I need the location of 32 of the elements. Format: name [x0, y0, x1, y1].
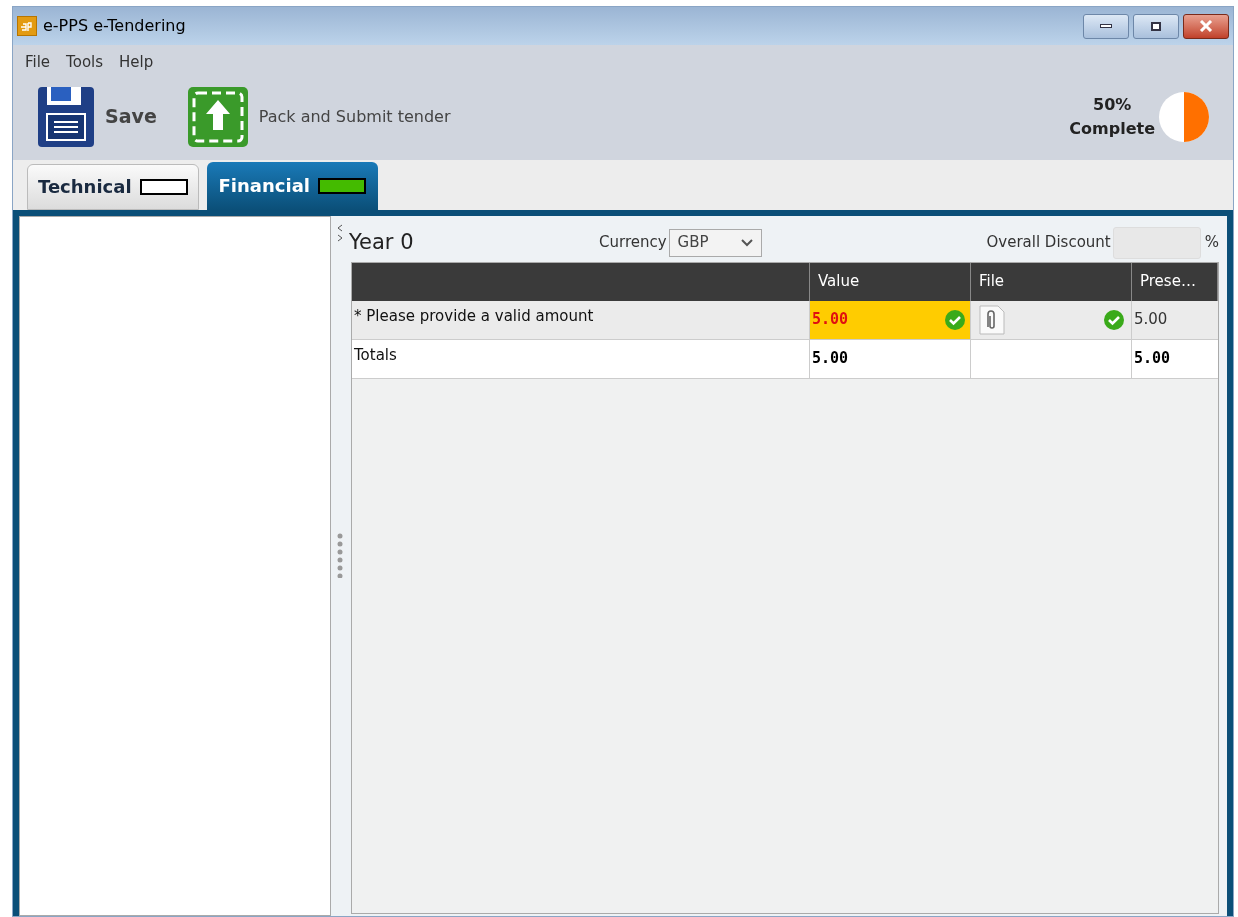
- menu-item[interactable]: Tools: [66, 51, 104, 74]
- column-header[interactable]: File: [971, 262, 1132, 301]
- tab[interactable]: Technical: [27, 163, 199, 210]
- restore-button[interactable]: [1133, 13, 1179, 39]
- currency-label: Currency: [599, 232, 667, 254]
- close-button[interactable]: [1183, 13, 1229, 39]
- present-cell-text: 5.00: [1133, 309, 1169, 331]
- percent-sign: %: [1204, 232, 1219, 254]
- splitter-handle-icon[interactable]: [337, 531, 343, 578]
- chevron-down-icon: [740, 238, 753, 247]
- menu-item[interactable]: File: [25, 51, 51, 74]
- upload-icon: [186, 85, 249, 148]
- discount-label: Overall Discount: [986, 232, 1111, 254]
- column-header[interactable]: Value: [810, 262, 971, 301]
- close-icon: [1199, 20, 1213, 32]
- progress-label: 50% Complete: [1069, 93, 1155, 140]
- minimize-button[interactable]: [1083, 13, 1129, 39]
- column-header[interactable]: Prese…: [1132, 262, 1218, 301]
- discount-field[interactable]: [1112, 226, 1201, 259]
- collapse-arrows-icon[interactable]: [337, 223, 343, 242]
- section-title: Year 0: [349, 228, 415, 256]
- currency-dropdown[interactable]: GBP: [668, 228, 762, 257]
- app-logo-icon: [17, 16, 37, 36]
- minimize-icon: [1100, 24, 1112, 28]
- restore-icon: [1151, 21, 1161, 31]
- value-cell[interactable]: 5.00: [810, 339, 971, 378]
- paperclip-document-icon[interactable]: [977, 304, 1007, 335]
- save-button[interactable]: Save: [37, 85, 157, 148]
- window-title: e-PPS e-Tendering: [43, 15, 186, 37]
- menu-item[interactable]: Help: [119, 51, 154, 74]
- submit-button[interactable]: Pack and Submit tender: [186, 85, 451, 148]
- tab[interactable]: Financial: [206, 161, 378, 210]
